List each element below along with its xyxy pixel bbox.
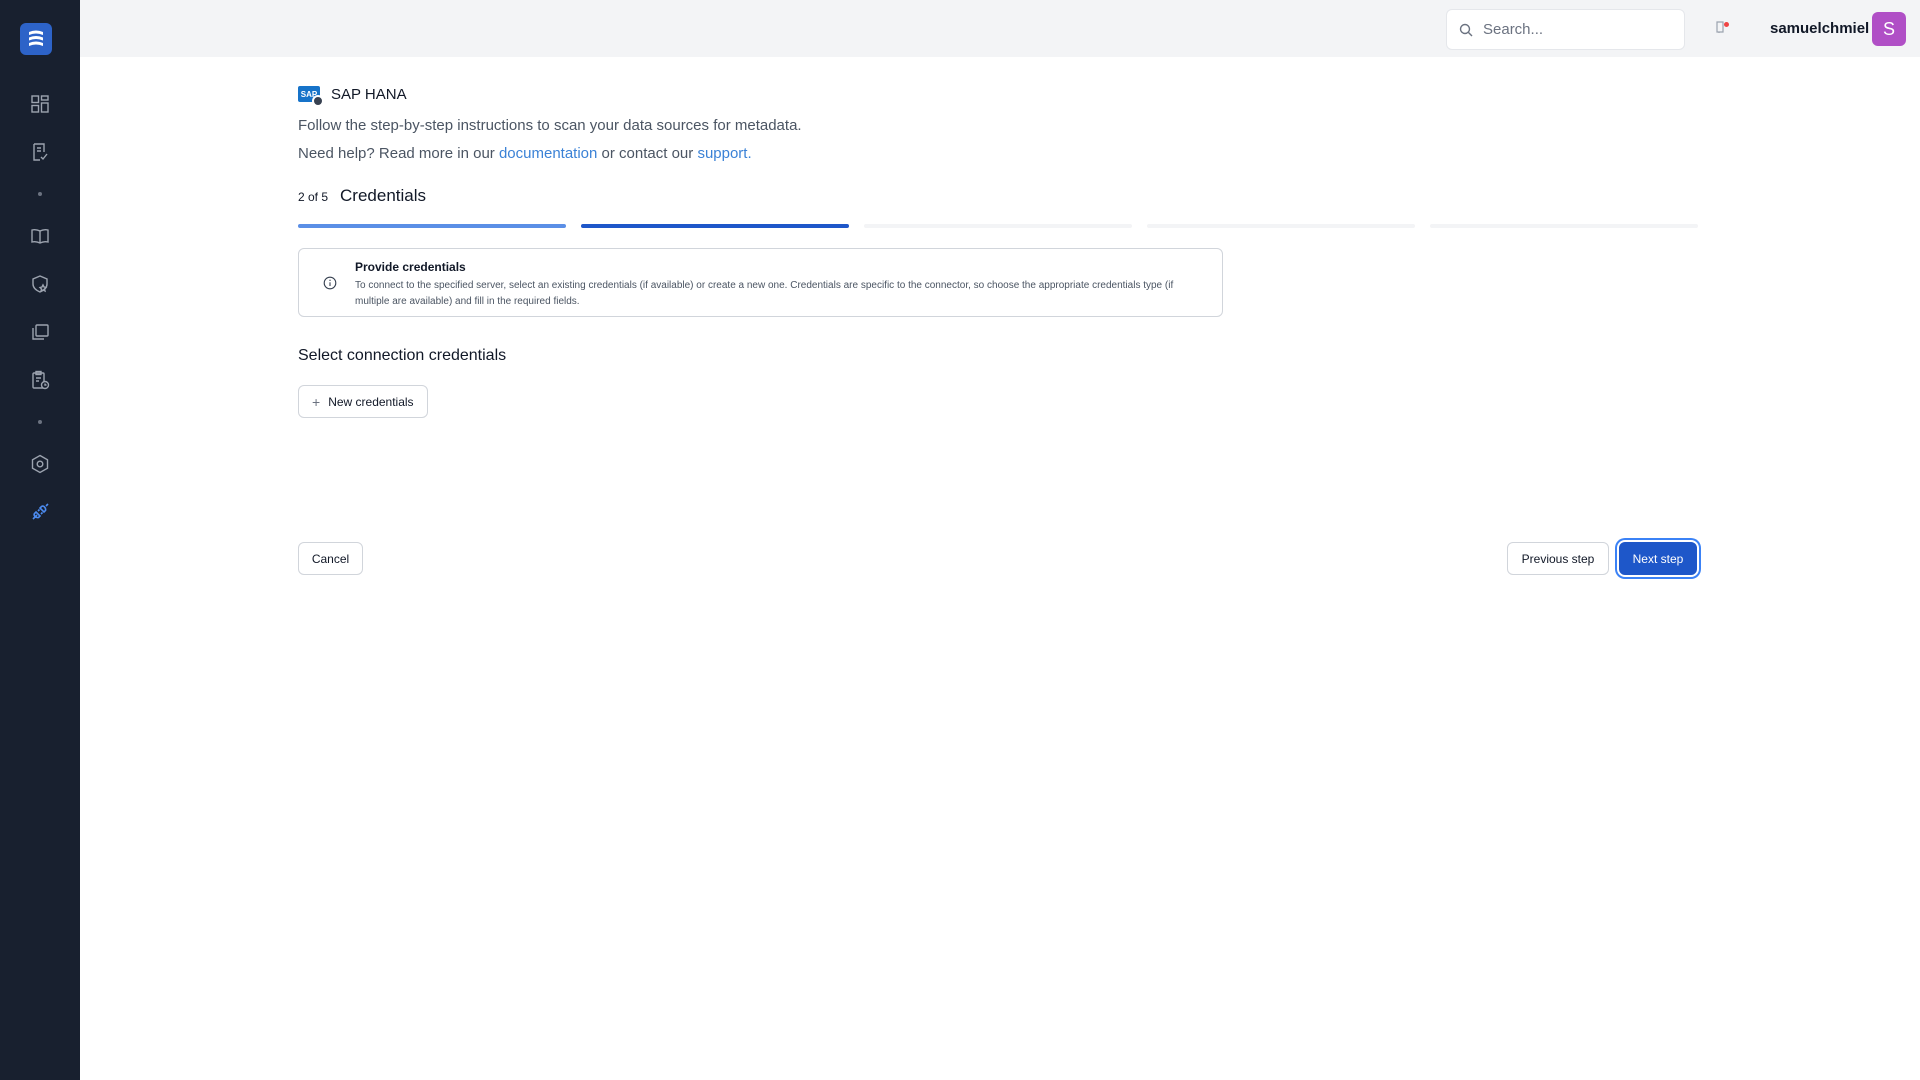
credentials-section-title: Select connection credentials: [298, 347, 507, 364]
main-content: SAP SAP HANA Follow the step-by-step ins…: [298, 84, 1700, 418]
next-step-button[interactable]: Next step: [1619, 542, 1697, 575]
info-callout: Provide credentials To connect to the sp…: [298, 248, 1223, 317]
progress-step-3: [864, 224, 1132, 228]
progress-step-5: [1430, 224, 1698, 228]
search-input[interactable]: [1483, 21, 1673, 38]
connector-name: SAP HANA: [331, 85, 407, 103]
connector-header: SAP SAP HANA: [298, 84, 1700, 107]
tasks-icon[interactable]: [28, 140, 52, 164]
help-middle: or contact our: [601, 145, 694, 162]
intro-line: Follow the step-by-step instructions to …: [298, 117, 802, 134]
intro-text: Follow the step-by-step instructions to …: [298, 112, 1700, 168]
notification-dot: [1724, 22, 1729, 27]
wizard-step-header: 2 of 5 Credentials: [298, 186, 1700, 208]
help-prefix: Need help? Read more in our: [298, 145, 495, 162]
progress-step-2: [581, 224, 849, 228]
search-box[interactable]: [1446, 9, 1685, 50]
dashboard-icon[interactable]: [28, 92, 52, 116]
info-text: To connect to the specified server, sele…: [355, 280, 1174, 307]
cancel-button[interactable]: Cancel: [298, 542, 363, 575]
sap-logo-icon: SAP: [298, 86, 324, 107]
governance-shield-icon[interactable]: [28, 272, 52, 296]
app-logo-icon[interactable]: [20, 23, 52, 55]
reports-clipboard-icon[interactable]: [28, 368, 52, 392]
help-line: Need help? Read more in our documentatio…: [298, 140, 1700, 168]
avatar[interactable]: S: [1872, 12, 1906, 46]
support-link[interactable]: support.: [697, 145, 751, 162]
new-credentials-label: New credentials: [328, 394, 414, 409]
wizard-progress: [298, 224, 1700, 228]
progress-step-4: [1147, 224, 1415, 228]
sidebar-separator: [38, 192, 42, 196]
info-icon: [323, 276, 337, 290]
search-icon: [1459, 23, 1473, 36]
sidebar-separator: [38, 420, 42, 424]
previous-step-button[interactable]: Previous step: [1507, 542, 1609, 575]
new-credentials-button[interactable]: + New credentials: [298, 385, 428, 418]
info-title: Provide credentials: [355, 260, 466, 274]
connector-badge-icon: [312, 95, 324, 107]
username-label[interactable]: samuelchmiel: [1770, 20, 1869, 37]
step-title: Credentials: [340, 186, 427, 205]
collections-icon[interactable]: [28, 320, 52, 344]
progress-step-1: [298, 224, 566, 228]
notifications-bell-icon[interactable]: [1714, 20, 1730, 36]
top-bar: samuelchmiel S: [80, 0, 1920, 57]
documentation-link[interactable]: documentation: [499, 145, 597, 162]
settings-hexagon-icon[interactable]: [28, 452, 52, 476]
catalog-book-icon[interactable]: [28, 224, 52, 248]
step-counter: 2 of 5: [298, 190, 329, 204]
sidebar: [0, 0, 80, 1080]
connectors-plug-icon[interactable]: [28, 500, 52, 524]
plus-icon: +: [312, 393, 321, 410]
